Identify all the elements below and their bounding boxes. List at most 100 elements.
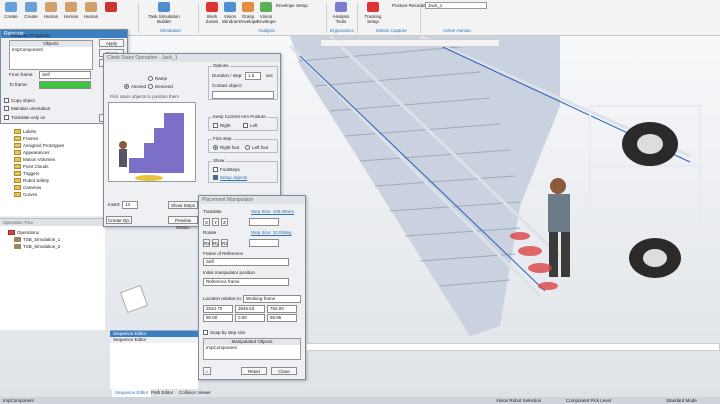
active-human-select[interactable]: Jack_1 xyxy=(425,2,487,9)
folder-icon xyxy=(14,157,21,163)
human-button-4[interactable] xyxy=(102,2,120,26)
from-frame-field[interactable]: Self xyxy=(39,71,91,79)
z-field[interactable]: 750.00 xyxy=(267,305,297,313)
tree-item-labels[interactable]: Labels xyxy=(14,128,36,135)
human-button-1[interactable]: Human xyxy=(42,2,60,26)
placement-reset-button[interactable]: Reset xyxy=(241,367,267,375)
first-step-group: First step Right foot Left foot xyxy=(208,136,278,153)
translate-y-button[interactable]: Y xyxy=(212,218,219,226)
create-button-1[interactable]: Create xyxy=(2,2,20,26)
simulation-icon xyxy=(14,244,21,250)
tree-item-tsb-sim-1[interactable]: TSB_Simulation_1 xyxy=(14,236,60,243)
to-frame-field[interactable] xyxy=(39,81,91,89)
group-label-simulation: Simulation xyxy=(160,28,182,33)
tree-item-operations[interactable]: Operations xyxy=(8,229,39,236)
vision-window-button[interactable]: Vision Window xyxy=(221,2,239,26)
rotate-value-field[interactable] xyxy=(249,239,279,247)
rotate-rz-button[interactable]: Rz xyxy=(221,239,228,247)
x-field[interactable]: 2534.70 xyxy=(203,305,233,313)
tab-collision-viewer[interactable]: Collision Viewer xyxy=(176,389,214,397)
insert-label: Insert: xyxy=(108,202,121,207)
grasp-envelope-button[interactable]: Grasp Envelope xyxy=(239,2,258,26)
work-zones-button[interactable]: Work Zones xyxy=(203,2,221,26)
manipulated-object-row[interactable]: ImpComponent xyxy=(204,345,300,350)
rz-field[interactable]: 89.96 xyxy=(267,314,297,322)
timeline-ruler[interactable] xyxy=(306,343,720,351)
reference-frame-field[interactable]: Reference frame xyxy=(203,278,289,286)
status-mid-2: Component Pick Level xyxy=(566,398,612,403)
vision-envelope-button[interactable]: Vision Envelope xyxy=(257,2,276,26)
tree-item-triggers[interactable]: Triggers xyxy=(14,170,39,177)
human-button-2[interactable]: Human xyxy=(62,2,80,26)
vision-window-icon xyxy=(224,2,236,12)
copy-object-checkbox[interactable]: Copy object xyxy=(4,98,35,104)
tree-item-motion-volumes[interactable]: Motion Volumes xyxy=(14,156,55,163)
objects-list[interactable]: Objects ImpComponent xyxy=(9,40,93,70)
maintain-orientation-checkbox[interactable]: Maintain orientation xyxy=(4,106,50,112)
contact-object-field[interactable] xyxy=(212,91,274,99)
tracking-setup-button[interactable]: Tracking Setup xyxy=(362,2,384,26)
translate-step-size-link[interactable]: Step Size: 100.00mm xyxy=(251,209,294,215)
tab-sequence-editor[interactable]: Sequence Editor xyxy=(112,389,152,397)
create-button-2[interactable]: Create xyxy=(22,2,40,26)
footsteps-checkbox[interactable]: Footsteps xyxy=(213,167,240,173)
envelope-setup-button[interactable]: Envelope Setup xyxy=(276,3,308,9)
analysis-tools-button[interactable]: Analysis Tools xyxy=(330,2,352,26)
arm-left-checkbox[interactable]: Left xyxy=(243,123,258,129)
ry-field[interactable]: 0.00 xyxy=(235,314,265,322)
climb-stairs-title: Climb Stairs Operation - Jack_1 xyxy=(104,54,280,62)
group-label-motion-capture: Motion Capture xyxy=(376,28,407,33)
frame-reference-field[interactable]: Self xyxy=(203,258,289,266)
rotate-ry-button[interactable]: Ry xyxy=(212,239,219,247)
rotate-rx-button[interactable]: Rx xyxy=(203,239,210,247)
folder-icon xyxy=(14,143,21,149)
placement-close-button[interactable]: Close xyxy=(271,367,297,375)
translate-z-button[interactable]: Z xyxy=(221,218,228,226)
tree-item-prototypes[interactable]: Assigned Prototypes xyxy=(14,142,64,149)
tree-item-frames[interactable]: Frames xyxy=(14,135,38,142)
group-label-analysis: Analysis xyxy=(258,28,275,33)
posture-recorder-button[interactable]: Posture Recorder xyxy=(392,3,427,9)
show-group: Show Footsteps Setup objects xyxy=(208,158,278,183)
preview-motion-button[interactable]: Preview Motion xyxy=(168,216,198,230)
tree-item-point-clouds[interactable]: Point Clouds xyxy=(14,163,49,170)
rotate-label: Rotate xyxy=(203,230,217,235)
sequence-editor-tab[interactable]: Sequence Editor xyxy=(110,337,198,343)
human-red-icon xyxy=(105,2,117,12)
duration-field[interactable]: 1.5 xyxy=(245,72,261,80)
human-icon xyxy=(85,2,97,12)
human-button-3[interactable]: Human xyxy=(82,2,100,26)
status-left: ImpComponent xyxy=(3,398,34,403)
translate-x-button[interactable]: X xyxy=(203,218,210,226)
tree-item-curves[interactable]: Curves xyxy=(14,191,37,198)
placement-manipulator-panel: Placement Manipulator Translate Step Siz… xyxy=(198,195,306,380)
ascend-radio[interactable]: Ascend xyxy=(124,84,146,90)
rx-field[interactable]: 90.00 xyxy=(203,314,233,322)
rotate-step-size-link[interactable]: Step Size: 10.00deg xyxy=(251,230,292,236)
setup-objects-checkbox[interactable]: Setup objects xyxy=(213,175,247,181)
tab-path-editor[interactable]: Path Editor xyxy=(148,389,176,397)
location-relative-select[interactable]: Working frame xyxy=(243,295,301,303)
snap-checkbox[interactable]: Snap by step size xyxy=(203,330,246,336)
show-steps-button[interactable]: Show Steps xyxy=(168,201,198,209)
tree-item-robot-safety[interactable]: Robot Safety xyxy=(14,177,49,184)
task-sim-builder-button[interactable]: Task Simulation Builder xyxy=(145,2,183,26)
tree-item-tsb-sim-2[interactable]: TSB_Simulation_2 xyxy=(14,243,60,250)
translate-value-field[interactable] xyxy=(249,218,279,226)
right-foot-radio[interactable]: Right foot xyxy=(213,145,239,151)
tree-item-appearances[interactable]: Appearances xyxy=(14,149,50,156)
apply-button[interactable]: Apply xyxy=(99,39,124,47)
tree-item-cameras[interactable]: Cameras xyxy=(14,184,41,191)
y-field[interactable]: 3945.63 xyxy=(235,305,265,313)
object-row[interactable]: ImpComponent xyxy=(10,47,92,52)
insert-field[interactable]: 13 xyxy=(122,201,138,209)
ramp-radio[interactable]: Ramp xyxy=(148,76,167,82)
create-op-button[interactable]: Create Op. xyxy=(106,216,132,224)
descend-radio[interactable]: Descend xyxy=(148,84,173,90)
manipulated-objects-list[interactable]: Manipulated Objects ImpComponent xyxy=(203,338,301,360)
home-button[interactable]: ⌂ xyxy=(203,367,211,375)
arm-right-checkbox[interactable]: Right xyxy=(213,123,231,129)
view-toolbar[interactable] xyxy=(320,39,500,47)
translate-only-checkbox[interactable]: Translate only on xyxy=(4,115,45,121)
left-foot-radio[interactable]: Left foot xyxy=(245,145,268,151)
